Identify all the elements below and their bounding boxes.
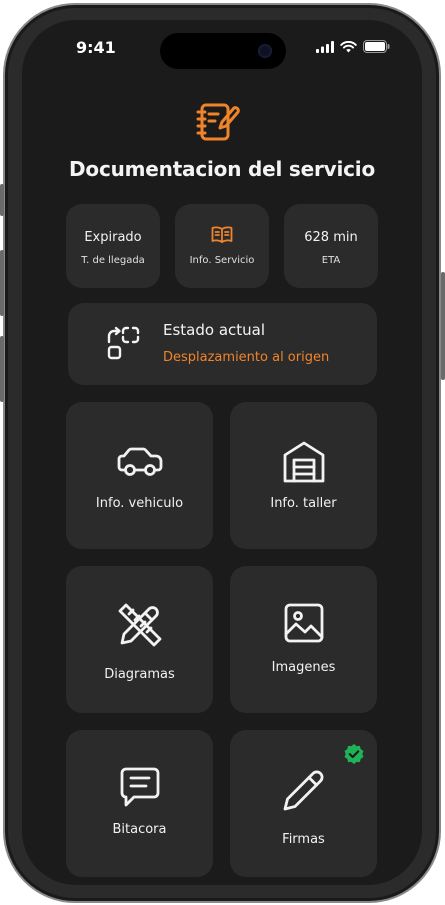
- dynamic-island: [160, 33, 286, 69]
- power-button: [441, 272, 445, 380]
- images-label: Imagenes: [271, 660, 336, 675]
- workshop-info-label: Info. taller: [270, 496, 337, 511]
- eta-label: ETA: [321, 255, 341, 266]
- current-status-label: Estado actual: [163, 321, 266, 339]
- wifi-icon: [340, 40, 357, 52]
- notebook-edit-icon: [196, 103, 240, 141]
- arrival-status: Expirado: [84, 230, 142, 245]
- status-change-icon: [107, 326, 140, 360]
- status-bar: 9:41: [22, 20, 422, 74]
- log-tile[interactable]: Bitacora: [66, 730, 213, 877]
- diagrams-label: Diagramas: [104, 667, 175, 682]
- current-status-card[interactable]: Estado actual Desplazamiento al origen: [68, 303, 377, 385]
- images-tile[interactable]: Imagenes: [230, 566, 377, 713]
- service-info-label: Info. Servicio: [189, 255, 255, 266]
- vehicle-info-tile[interactable]: Info. vehiculo: [66, 402, 213, 549]
- current-status-value: Desplazamiento al origen: [163, 350, 330, 365]
- car-icon: [117, 447, 162, 476]
- camera-icon: [258, 44, 272, 58]
- signatures-label: Firmas: [282, 832, 325, 847]
- volume-down-button: [0, 336, 4, 402]
- garage-icon: [283, 441, 324, 483]
- status-icons: [316, 40, 390, 53]
- eta-value: 628 min: [304, 230, 358, 245]
- message-icon: [120, 767, 159, 807]
- log-label: Bitacora: [112, 822, 167, 837]
- check-badge-icon: [344, 744, 364, 764]
- pencil-ruler-icon: [118, 603, 161, 647]
- signatures-tile[interactable]: Firmas: [230, 730, 377, 877]
- image-icon: [284, 603, 323, 643]
- status-time: 9:41: [76, 38, 116, 57]
- battery-icon: [363, 40, 390, 53]
- service-info-card[interactable]: Info. Servicio: [175, 204, 269, 288]
- book-icon: [211, 226, 233, 243]
- signal-icon: [316, 40, 334, 53]
- pencil-icon: [283, 770, 323, 811]
- workshop-info-tile[interactable]: Info. taller: [230, 402, 377, 549]
- volume-up-button: [0, 250, 4, 316]
- action-button: [0, 184, 4, 216]
- arrival-label: T. de llegada: [81, 255, 145, 266]
- eta-card[interactable]: 628 min ETA: [284, 204, 378, 288]
- app-screen: 9:41 Documentacion del servicio Expirado…: [22, 20, 422, 885]
- vehicle-info-label: Info. vehiculo: [95, 496, 184, 511]
- arrival-time-card[interactable]: Expirado T. de llegada: [66, 204, 160, 288]
- page-title: Documentacion del servicio: [69, 157, 375, 181]
- diagrams-tile[interactable]: Diagramas: [66, 566, 213, 713]
